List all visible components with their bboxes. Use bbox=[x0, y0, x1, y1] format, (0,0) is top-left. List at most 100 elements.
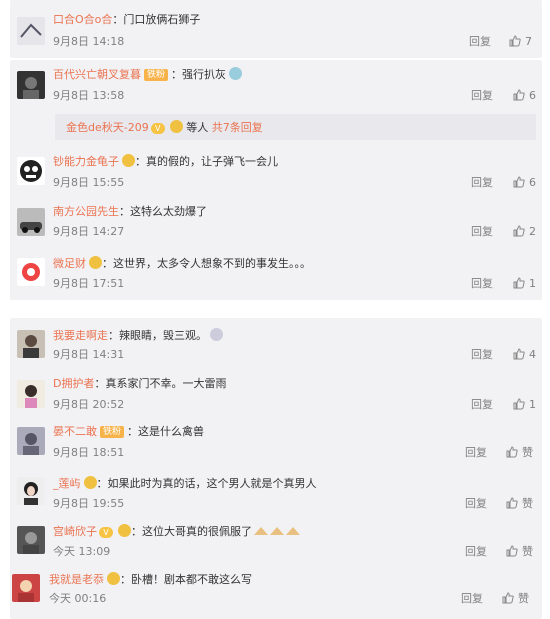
thumbs-up-icon bbox=[502, 592, 514, 604]
avatar[interactable] bbox=[17, 380, 45, 408]
avatar[interactable] bbox=[17, 427, 45, 455]
timestamp: 9月8日 14:18 bbox=[53, 35, 125, 48]
vip-emoji-icon bbox=[118, 524, 131, 537]
username[interactable]: 我就是老忝 bbox=[49, 573, 104, 586]
timestamp: 9月8日 17:51 bbox=[53, 277, 125, 290]
comment-text: ：这是什么禽兽 bbox=[127, 425, 205, 438]
thumbs-up-icon bbox=[506, 497, 518, 509]
thumbs-up-icon bbox=[513, 277, 525, 289]
avatar[interactable] bbox=[12, 574, 40, 602]
timestamp: 今天 13:09 bbox=[53, 545, 111, 558]
timestamp: 9月8日 19:55 bbox=[53, 497, 125, 510]
comment-text: ：门口放俩石狮子 bbox=[112, 13, 201, 26]
avatar[interactable] bbox=[17, 330, 45, 358]
like-count: 6 bbox=[529, 89, 536, 102]
thumbs-up-icon bbox=[506, 545, 518, 557]
timestamp: 今天 00:16 bbox=[49, 592, 107, 605]
reply-button[interactable]: 回复 bbox=[465, 446, 487, 460]
like-label: 赞 bbox=[522, 545, 533, 558]
username[interactable]: 钞能力金龟子 bbox=[53, 155, 119, 168]
username[interactable]: 微足财 bbox=[53, 257, 86, 270]
like-label: 赞 bbox=[522, 446, 533, 459]
thumbs-up-icon bbox=[513, 348, 525, 360]
avatar[interactable] bbox=[17, 17, 45, 45]
comment-text: ：这世界，太多令人想象不到的事发生。。。 bbox=[102, 257, 311, 270]
comment-text: ：强行扒灰 bbox=[171, 68, 227, 81]
comment-card-1 bbox=[10, 0, 542, 58]
replies-middle-text: 等人 bbox=[186, 121, 209, 134]
fan-badge: 铁粉 bbox=[144, 69, 169, 81]
like-button[interactable]: 2 bbox=[513, 225, 536, 239]
like-count: 7 bbox=[525, 35, 532, 48]
emoji-icon bbox=[210, 328, 223, 341]
thumbs-up-icon bbox=[509, 35, 521, 47]
vip-emoji-icon bbox=[107, 572, 120, 585]
avatar[interactable] bbox=[17, 477, 45, 505]
thumbs-up-icon bbox=[513, 398, 525, 410]
username[interactable]: 南方公园先生 bbox=[53, 205, 119, 218]
timestamp: 9月8日 14:27 bbox=[53, 225, 125, 238]
reply-button[interactable]: 回复 bbox=[465, 545, 487, 559]
username[interactable]: D拥护者 bbox=[53, 377, 94, 390]
comment-text: ：卧槽！剧本都不敢这么写 bbox=[120, 573, 252, 586]
reply-button[interactable]: 回复 bbox=[469, 35, 491, 49]
like-label: 赞 bbox=[518, 592, 529, 605]
reply-button[interactable]: 回复 bbox=[471, 277, 493, 291]
reply-button[interactable]: 回复 bbox=[471, 348, 493, 362]
like-count: 1 bbox=[529, 277, 536, 290]
avatar[interactable] bbox=[17, 71, 45, 99]
avatar[interactable] bbox=[17, 157, 45, 185]
timestamp: 9月8日 13:58 bbox=[53, 89, 125, 102]
vip-emoji-icon bbox=[89, 256, 102, 269]
like-count: 6 bbox=[529, 176, 536, 189]
like-button[interactable]: 1 bbox=[513, 277, 536, 291]
reply-button[interactable]: 回复 bbox=[461, 592, 483, 606]
like-count: 4 bbox=[529, 348, 536, 361]
vip-emoji-icon bbox=[122, 154, 135, 167]
like-count: 2 bbox=[529, 225, 536, 238]
like-button[interactable]: 赞 bbox=[506, 545, 533, 559]
reply-button[interactable]: 回复 bbox=[471, 398, 493, 412]
timestamp: 9月8日 20:52 bbox=[53, 398, 125, 411]
comment-text: ：真系家门不幸。一大雷雨 bbox=[94, 377, 227, 390]
like-count: 1 bbox=[529, 398, 536, 411]
username[interactable]: 宫崎欣子 bbox=[53, 525, 97, 538]
like-button[interactable]: 赞 bbox=[506, 497, 533, 511]
like-button[interactable]: 6 bbox=[513, 89, 536, 103]
vip-icon: V bbox=[150, 123, 165, 134]
reply-username[interactable]: 金色de秋天-209 bbox=[66, 121, 149, 134]
comment-text: ：这位大哥真的很佩服了 bbox=[131, 525, 252, 538]
comment-text: ：这特么太劲爆了 bbox=[119, 205, 207, 218]
username[interactable]: _莲屿 bbox=[53, 477, 81, 490]
timestamp: 9月8日 15:55 bbox=[53, 176, 125, 189]
reply-button[interactable]: 回复 bbox=[471, 89, 493, 103]
vip-icon: V bbox=[99, 527, 113, 538]
reply-button[interactable]: 回复 bbox=[471, 176, 493, 190]
thumbs-up-icon bbox=[513, 89, 525, 101]
reply-button[interactable]: 回复 bbox=[471, 225, 493, 239]
thumbs-up-icon bbox=[513, 225, 525, 237]
avatar[interactable] bbox=[17, 526, 45, 554]
like-button[interactable]: 7 bbox=[509, 35, 532, 49]
reply-button[interactable]: 回复 bbox=[465, 497, 487, 511]
timestamp: 9月8日 18:51 bbox=[53, 446, 125, 459]
like-button[interactable]: 赞 bbox=[502, 592, 529, 606]
username[interactable]: 口合O合o合 bbox=[53, 13, 112, 26]
like-button[interactable]: 赞 bbox=[506, 446, 533, 460]
like-button[interactable]: 6 bbox=[513, 176, 536, 190]
username[interactable]: 百代兴亡朝叉复暮 bbox=[53, 68, 141, 81]
username[interactable]: 晏不二敢 bbox=[53, 425, 97, 438]
avatar[interactable] bbox=[17, 208, 45, 236]
comment-text: ：辣眼睛，毁三观。 bbox=[108, 329, 207, 342]
emoji-icon bbox=[169, 120, 183, 133]
username[interactable]: 我要走啊走 bbox=[53, 329, 108, 342]
avatar[interactable] bbox=[17, 258, 45, 286]
comment-text: ：如果此时为真的话，这个男人就是个真男人 bbox=[96, 477, 317, 490]
like-button[interactable]: 1 bbox=[513, 398, 536, 412]
emoji-icon bbox=[229, 67, 243, 80]
more-replies-link[interactable]: 共7条回复 bbox=[212, 121, 263, 134]
like-button[interactable]: 4 bbox=[513, 348, 536, 362]
thumbs-up-icon bbox=[513, 176, 525, 188]
fan-badge: 铁粉 bbox=[100, 426, 125, 438]
timestamp: 9月8日 14:31 bbox=[53, 348, 125, 361]
